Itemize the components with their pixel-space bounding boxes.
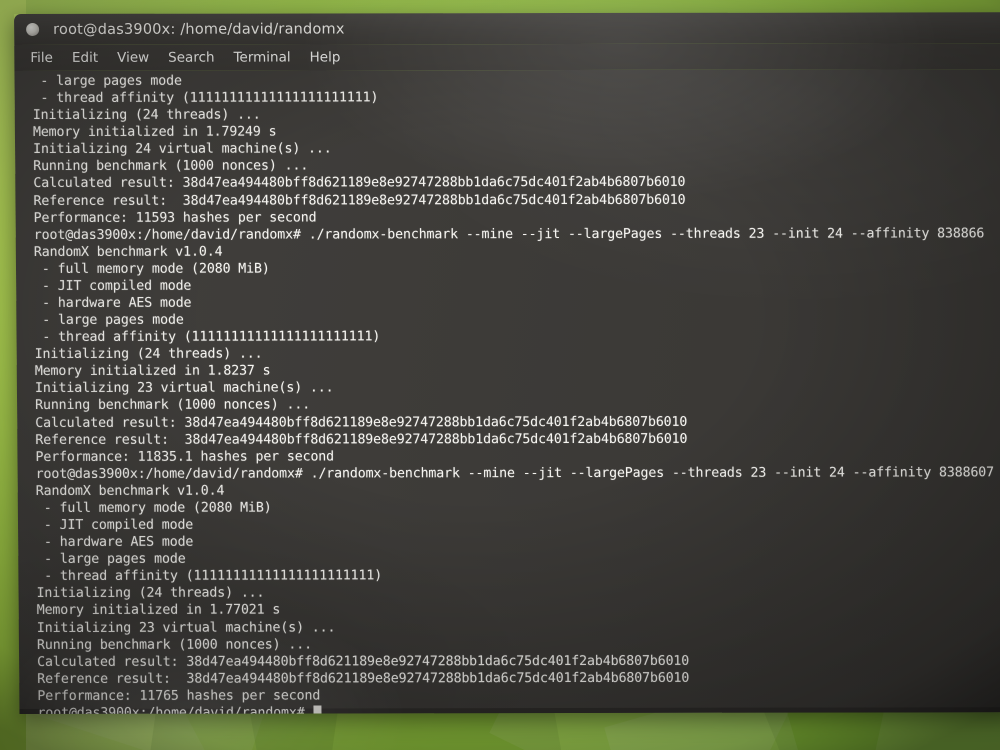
terminal-line: - thread affinity (111111111111111111111… bbox=[36, 568, 383, 585]
terminal-cursor bbox=[313, 705, 322, 714]
terminal-line: Calculated result: 38d47ea494480bff8d621… bbox=[33, 175, 686, 192]
terminal-line: RandomX benchmark v1.0.4 bbox=[33, 244, 223, 260]
terminal-menu-bar[interactable]: File Edit View Search Terminal Help bbox=[14, 43, 1000, 71]
terminal-line: Initializing (24 threads) ... bbox=[34, 346, 263, 363]
terminal-line: Memory initialized in 1.77021 s bbox=[36, 602, 281, 619]
terminal-output-area[interactable]: - large pages mode - thread affinity (11… bbox=[14, 69, 1000, 714]
terminal-line: Memory initialized in 1.79249 s bbox=[32, 124, 277, 141]
terminal-line: root@das3900x:/home/david/randomx# ./ran… bbox=[33, 226, 985, 243]
terminal-line: Initializing 23 virtual machine(s) ... bbox=[36, 619, 336, 636]
terminal-line: Performance: 11765 hashes per second bbox=[37, 688, 321, 704]
terminal-line: Running benchmark (1000 nonces) ... bbox=[35, 397, 311, 414]
terminal-window[interactable]: root@das3900x: /home/david/randomx File … bbox=[14, 12, 1000, 714]
terminal-line: - large pages mode bbox=[34, 312, 184, 329]
terminal-line: Calculated result: 38d47ea494480bff8d621… bbox=[35, 414, 688, 431]
terminal-line: Memory initialized in 1.8237 s bbox=[34, 363, 271, 380]
terminal-circle-icon bbox=[26, 22, 40, 36]
terminal-line: - JIT compiled mode bbox=[34, 278, 192, 294]
terminal-lines: - large pages mode - thread affinity (11… bbox=[32, 71, 1000, 714]
menu-item-view[interactable]: View bbox=[117, 50, 149, 66]
terminal-line: - thread affinity (111111111111111111111… bbox=[32, 90, 379, 107]
terminal-line: - JIT compiled mode bbox=[35, 517, 194, 533]
terminal-line: - large pages mode bbox=[36, 551, 186, 568]
terminal-line: Reference result: 38d47ea494480bff8d6211… bbox=[33, 192, 686, 209]
menu-item-file[interactable]: File bbox=[30, 50, 53, 66]
terminal-line: RandomX benchmark v1.0.4 bbox=[35, 483, 225, 499]
terminal-line: Running benchmark (1000 nonces) ... bbox=[36, 637, 312, 653]
desktop-screenshot: root@das3900x: /home/david/randomx File … bbox=[0, 0, 1000, 750]
terminal-line: - large pages mode bbox=[32, 73, 182, 89]
terminal-line: Initializing 23 virtual machine(s) ... bbox=[34, 380, 334, 397]
menu-item-terminal[interactable]: Terminal bbox=[233, 50, 290, 66]
terminal-line: - thread affinity (111111111111111111111… bbox=[34, 329, 381, 346]
terminal-line: Reference result: 38d47ea494480bff8d6211… bbox=[35, 431, 688, 448]
terminal-line: Initializing (24 threads) ... bbox=[32, 107, 261, 124]
terminal-line: - full memory mode (2080 MiB) bbox=[35, 500, 272, 516]
terminal-line: - full memory mode (2080 MiB) bbox=[33, 261, 270, 277]
menu-item-edit[interactable]: Edit bbox=[72, 50, 98, 66]
window-title: root@das3900x: /home/david/randomx bbox=[53, 20, 345, 38]
terminal-line: - hardware AES mode bbox=[36, 534, 194, 551]
terminal-prompt-line[interactable]: root@das3900x:/home/david/randomx# bbox=[37, 703, 1000, 714]
terminal-line: Calculated result: 38d47ea494480bff8d621… bbox=[37, 653, 690, 670]
terminal-line: root@das3900x:/home/david/randomx# ./ran… bbox=[35, 465, 1000, 482]
terminal-line: Initializing (24 threads) ... bbox=[36, 585, 265, 602]
menu-item-help[interactable]: Help bbox=[310, 49, 341, 65]
terminal-line: Running benchmark (1000 nonces) ... bbox=[33, 158, 309, 175]
terminal-line: Performance: 11593 hashes per second bbox=[33, 210, 317, 226]
terminal-line: Initializing 24 virtual machine(s) ... bbox=[33, 141, 332, 158]
terminal-line: Reference result: 38d47ea494480bff8d6211… bbox=[37, 670, 690, 687]
terminal-line: - hardware AES mode bbox=[34, 295, 192, 311]
menu-item-search[interactable]: Search bbox=[168, 50, 215, 66]
terminal-line: Performance: 11835.1 hashes per second bbox=[35, 449, 335, 465]
terminal-prompt-text: root@das3900x:/home/david/randomx# bbox=[37, 705, 313, 714]
terminal-title-bar[interactable]: root@das3900x: /home/david/randomx bbox=[14, 12, 1000, 45]
